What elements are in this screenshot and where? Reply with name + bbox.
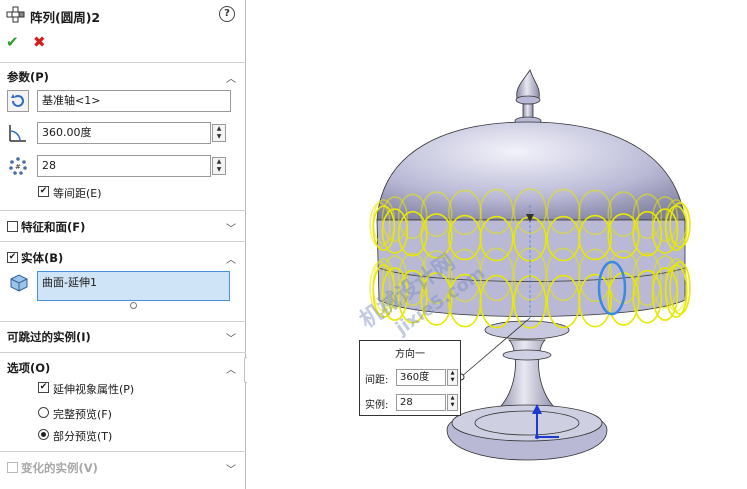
instances-spinner[interactable]: ▲ ▼	[447, 394, 458, 411]
cancel-button[interactable]: ✖	[33, 33, 46, 51]
section-title-vary[interactable]: 变化的实例(V)	[21, 460, 98, 476]
chevron-down-icon[interactable]: ﹀	[226, 330, 236, 345]
spacing-label: 间距:	[365, 375, 389, 386]
propagate-label: 延伸视象属性(P)	[53, 383, 135, 396]
instances-field[interactable]: 28	[396, 394, 446, 411]
bodies-selection-list[interactable]: 曲面-延伸1	[37, 271, 230, 301]
model-view[interactable]	[247, 0, 747, 489]
angle-spinner[interactable]: ▲ ▼	[212, 124, 226, 142]
list-item[interactable]: 曲面-延伸1	[42, 274, 225, 290]
callout-title: 方向一	[395, 349, 425, 360]
bodies-checkbox[interactable]: ✔	[7, 252, 18, 263]
graphics-area[interactable]	[247, 0, 747, 489]
divider	[0, 241, 246, 242]
partial-preview-radio[interactable]	[38, 429, 49, 440]
chevron-up-icon[interactable]: ︿	[226, 70, 236, 85]
full-preview-label: 完整预览(F)	[53, 408, 112, 421]
section-title-params[interactable]: 参数(P)	[7, 69, 49, 85]
chevron-up-icon[interactable]: ︿	[226, 361, 236, 376]
section-title-skip[interactable]: 可跳过的实例(I)	[7, 329, 91, 345]
angle-field[interactable]: 360.00度	[37, 122, 211, 144]
full-preview-radio[interactable]	[38, 407, 49, 418]
panel-header: 阵列(圆周)2 ?	[0, 0, 246, 30]
rotate-direction-icon[interactable]	[7, 90, 29, 112]
propagate-checkbox[interactable]: ✔	[38, 382, 49, 393]
instances-icon: #	[7, 155, 29, 177]
vary-checkbox[interactable]	[7, 462, 18, 473]
divider	[0, 451, 246, 452]
instances-count-field[interactable]: 28	[37, 155, 211, 177]
direction-callout: 方向一 间距: 360度 ▲ ▼ 实例: 28 ▲ ▼	[359, 340, 461, 416]
solid-body-icon	[8, 272, 30, 294]
equal-spacing-label: 等间距(E)	[53, 187, 102, 200]
section-title-bodies[interactable]: 实体(B)	[21, 250, 63, 266]
svg-text:#: #	[15, 163, 21, 171]
property-manager-panel: 阵列(圆周)2 ? ✔ ✖ 参数(P) ︿ 基准轴<1> 360.00度 ▲ ▼ …	[0, 0, 246, 489]
chevron-down-icon[interactable]: ﹀	[226, 220, 236, 235]
page-title: 阵列(圆周)2	[30, 10, 101, 25]
partial-preview-label: 部分预览(T)	[53, 430, 113, 443]
ok-button[interactable]: ✔	[6, 33, 19, 51]
circular-pattern-icon	[6, 6, 26, 27]
section-title-features[interactable]: 特征和面(F)	[21, 219, 85, 235]
help-icon[interactable]: ?	[219, 6, 235, 22]
divider	[0, 352, 246, 353]
axis-selection-field[interactable]: 基准轴<1>	[37, 90, 231, 112]
equal-spacing-checkbox[interactable]: ✔	[38, 186, 49, 197]
section-title-options[interactable]: 选项(O)	[7, 360, 50, 376]
instances-label: 实例:	[365, 400, 389, 411]
angle-icon	[7, 122, 29, 144]
resize-handle[interactable]	[130, 302, 137, 309]
count-spinner[interactable]: ▲ ▼	[212, 157, 226, 175]
features-checkbox[interactable]	[7, 221, 18, 232]
chevron-down-icon[interactable]: ﹀	[226, 461, 236, 476]
spacing-field[interactable]: 360度	[396, 369, 446, 386]
chevron-up-icon[interactable]: ︿	[226, 251, 236, 266]
spacing-spinner[interactable]: ▲ ▼	[447, 369, 458, 386]
divider	[0, 321, 246, 322]
divider	[0, 210, 246, 211]
divider	[0, 62, 246, 63]
